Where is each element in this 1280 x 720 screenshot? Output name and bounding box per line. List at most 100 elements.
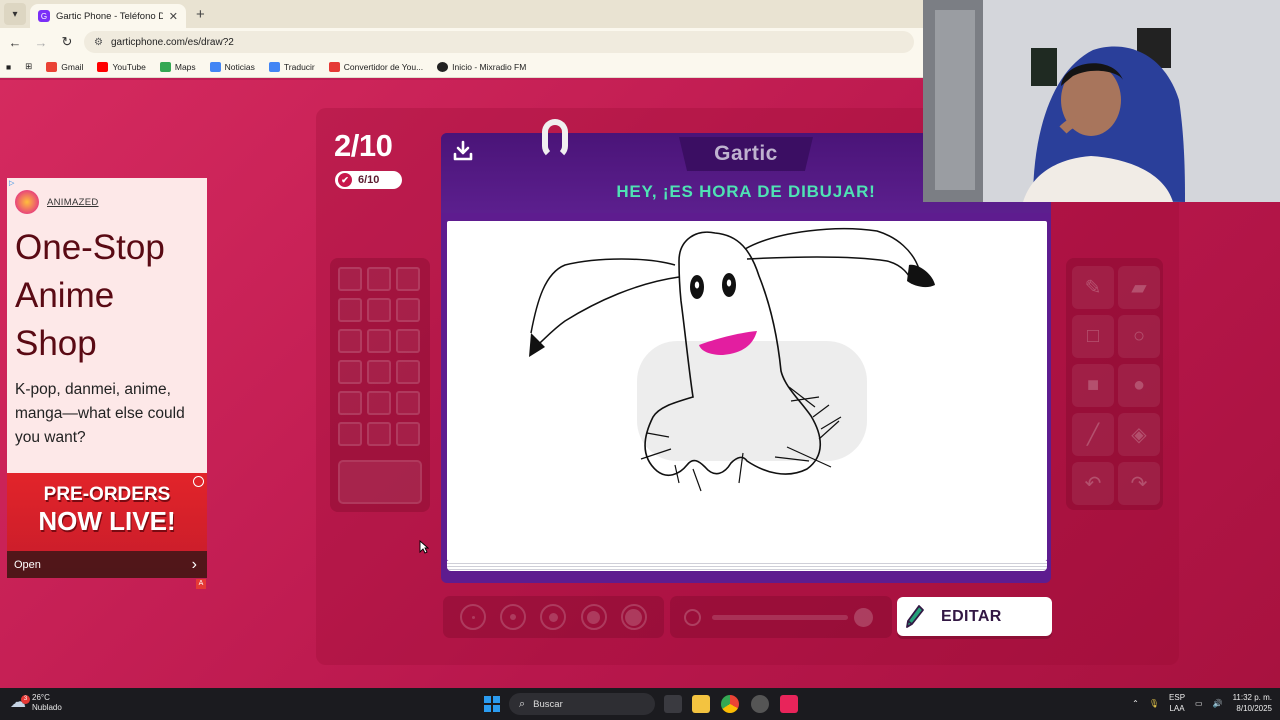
bookmarks-menu-icon[interactable]: ■	[6, 62, 11, 72]
adchoices-icon[interactable]: ▷	[9, 179, 14, 187]
clock[interactable]: 11:32 p. m. 8/10/2025	[1233, 692, 1272, 714]
pencil-icon[interactable]: ✎	[1072, 266, 1114, 309]
color-swatch[interactable]	[338, 360, 362, 384]
color-swatch[interactable]	[367, 267, 391, 291]
back-icon[interactable]: ←	[6, 35, 24, 50]
color-swatch[interactable]	[396, 329, 420, 353]
brush-size-m[interactable]	[540, 604, 567, 630]
bookmark-traducir[interactable]: Traducir	[268, 61, 315, 72]
ad-info-icon[interactable]	[193, 476, 204, 487]
color-swatch[interactable]	[396, 267, 420, 291]
weather-widget[interactable]: ☁ 3 26°C Nublado	[10, 693, 62, 713]
search-placeholder: Buscar	[533, 698, 563, 710]
undo-icon[interactable]: ↶	[1072, 462, 1114, 505]
advertisement[interactable]: ▷ ANIMAZED One-Stop Anime Shop K-pop, da…	[7, 178, 207, 578]
language-indicator[interactable]: ESP LAA	[1169, 692, 1185, 714]
reload-icon[interactable]: ↻	[58, 34, 76, 50]
gartic-favicon-icon: G	[38, 10, 50, 22]
color-swatch[interactable]	[367, 298, 391, 322]
pencil-icon	[906, 604, 924, 628]
bookmark-mixradio[interactable]: Inicio - Mixradio FM	[437, 61, 527, 72]
color-swatch[interactable]	[338, 267, 362, 291]
ad-body: K-pop, danmei, anime, manga—what else co…	[15, 381, 185, 446]
line-icon[interactable]: ╱	[1072, 413, 1114, 456]
bookmark-gmail[interactable]: Gmail	[46, 61, 83, 72]
ad-headline[interactable]: One-Stop Anime Shop	[15, 224, 205, 368]
opacity-slider[interactable]	[670, 596, 892, 638]
color-swatch[interactable]	[338, 298, 362, 322]
opacity-track[interactable]	[712, 615, 848, 620]
volume-icon[interactable]: 🔊	[1213, 698, 1223, 709]
chevron-right-icon: ›	[191, 555, 197, 573]
site-settings-icon[interactable]: ⚙	[94, 37, 103, 48]
color-swatch[interactable]	[396, 391, 420, 415]
download-icon[interactable]	[451, 139, 475, 169]
microphone-icon[interactable]: 🎙	[1149, 698, 1159, 709]
bookmark-label: Traducir	[283, 61, 315, 72]
cloud-icon: ☁ 3	[10, 695, 30, 711]
color-swatch[interactable]	[338, 422, 362, 446]
rectangle-fill-icon[interactable]: ■	[1072, 364, 1114, 407]
forward-icon[interactable]: →	[32, 35, 50, 50]
tab-close-icon[interactable]: ✕	[169, 10, 178, 23]
tab-search-button[interactable]: ▾	[4, 3, 26, 25]
bookmark-youtube[interactable]: YouTube	[97, 61, 146, 72]
redo-icon[interactable]: ↷	[1118, 462, 1160, 505]
color-swatch[interactable]	[338, 329, 362, 353]
color-swatch[interactable]	[396, 298, 420, 322]
bookmark-label: YouTube	[112, 61, 146, 72]
opacity-min-icon	[684, 609, 701, 626]
network-icon[interactable]: ▭	[1195, 698, 1203, 709]
circle-outline-icon[interactable]: ○	[1118, 315, 1160, 358]
brush-size-xs[interactable]	[460, 604, 487, 630]
bookmark-maps[interactable]: Maps	[159, 61, 196, 72]
rectangle-outline-icon[interactable]: □	[1072, 315, 1114, 358]
language-layout: LAA	[1169, 704, 1185, 713]
obs-icon[interactable]	[751, 695, 769, 713]
color-swatch[interactable]	[367, 360, 391, 384]
circle-fill-icon[interactable]: ●	[1118, 364, 1160, 407]
chrome-icon[interactable]	[721, 695, 739, 713]
brush-size-selector	[443, 596, 664, 638]
bookmark-noticias[interactable]: Noticias	[209, 61, 255, 72]
color-swatch[interactable]	[338, 391, 362, 415]
clock-date: 8/10/2025	[1236, 704, 1272, 713]
bookmark-label: Noticias	[224, 61, 255, 72]
file-explorer-icon[interactable]	[692, 695, 710, 713]
ad-brand-name[interactable]: ANIMAZED	[47, 197, 99, 208]
current-color-swatch[interactable]	[338, 460, 422, 504]
language-code: ESP	[1169, 693, 1186, 702]
color-swatch[interactable]	[367, 329, 391, 353]
edit-button[interactable]: EDITAR	[897, 597, 1052, 636]
address-bar[interactable]: ⚙ garticphone.com/es/draw?2	[84, 31, 914, 53]
apps-grid-icon[interactable]: ⊞	[25, 61, 32, 72]
taskbar-search[interactable]: ⌕ Buscar	[509, 693, 655, 715]
tab-gartic-phone[interactable]: G Gartic Phone - Teléfono Descon ✕	[30, 4, 186, 28]
weather-condition: Nublado	[32, 703, 62, 712]
task-view-icon[interactable]	[664, 695, 682, 713]
brush-size-l[interactable]	[580, 604, 607, 630]
ad-open-button[interactable]: Open ›	[7, 551, 207, 578]
bookmark-convertidor[interactable]: Convertidor de You...	[328, 61, 423, 72]
color-swatch[interactable]	[396, 360, 420, 384]
drawing-svg	[529, 228, 935, 492]
webcam-feed-image	[923, 0, 1280, 202]
color-swatch[interactable]	[367, 422, 391, 446]
ad-corner-badge[interactable]: A	[196, 579, 206, 589]
clock-time: 11:32 p. m.	[1232, 693, 1272, 702]
fill-bucket-icon[interactable]: ◈	[1118, 413, 1160, 456]
bookmark-label: Inicio - Mixradio FM	[452, 61, 527, 72]
color-swatch[interactable]	[367, 391, 391, 415]
eraser-icon[interactable]: ▰	[1118, 266, 1160, 309]
new-tab-button[interactable]: +	[196, 6, 205, 23]
brush-size-s[interactable]	[500, 604, 527, 630]
players-done-badge: ✔ 6/10	[335, 171, 402, 189]
ad-banner-image[interactable]: PRE-ORDERS NOW LIVE! Open ›	[7, 473, 207, 578]
drawing-canvas[interactable]	[447, 221, 1047, 561]
ad-brand: ANIMAZED	[15, 190, 99, 214]
tray-overflow-icon[interactable]: ⌃	[1132, 698, 1139, 709]
windows-start-icon[interactable]	[484, 696, 500, 712]
brush-size-xl[interactable]	[620, 604, 647, 630]
tiktok-live-icon[interactable]	[780, 695, 798, 713]
color-swatch[interactable]	[396, 422, 420, 446]
